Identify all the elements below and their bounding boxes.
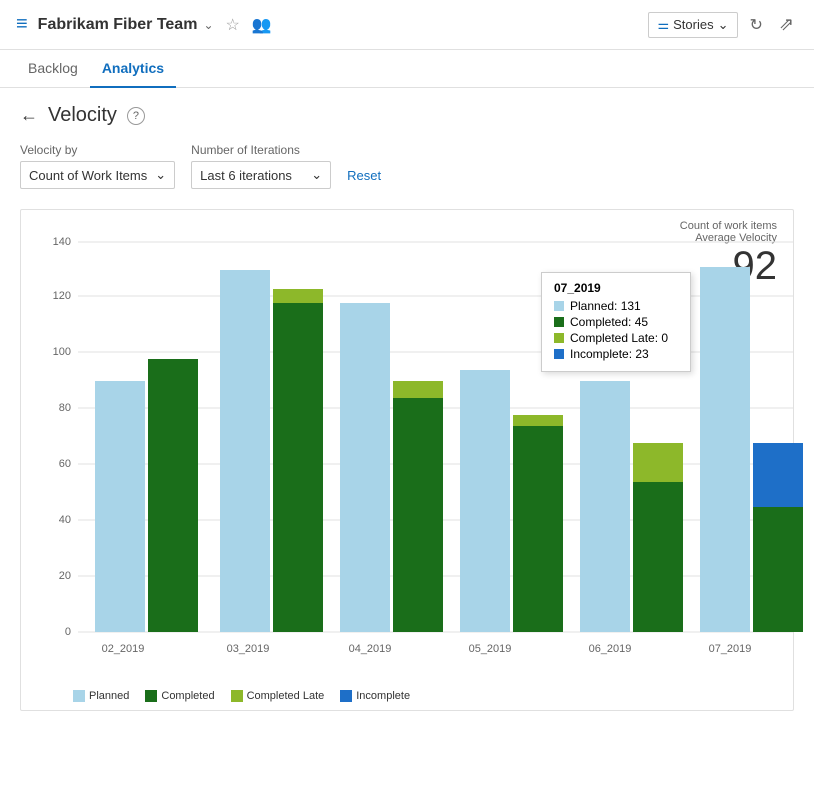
svg-text:07_2019: 07_2019: [709, 643, 752, 655]
bar-04-planned: [340, 303, 390, 632]
legend-planned-icon: [73, 690, 85, 702]
app-header: ≡ Fabrikam Fiber Team ⌄ ☆ 👥 ⚌ Stories ⌄ …: [0, 0, 814, 50]
team-members-icon[interactable]: 👥: [252, 15, 272, 35]
page-header: ← Velocity ?: [20, 104, 794, 127]
header-actions: ⚌ Stories ⌄ ↻ ⇗: [648, 10, 798, 39]
bar-03-completed-late: [273, 289, 323, 303]
chart-area: 0 20 40 60 80 100 120 140 02_2019: [33, 232, 781, 682]
legend-incomplete-label: Incomplete: [356, 690, 410, 702]
bar-06-completed-late: [633, 443, 683, 482]
velocity-chart: Count of work items Average Velocity 92: [20, 209, 794, 711]
tooltip-completed-late-icon: [554, 333, 564, 343]
legend-completed-label: Completed: [161, 690, 214, 702]
iterations-value: Last 6 iterations: [200, 168, 292, 183]
tooltip-completed-value: Completed: 45: [570, 315, 648, 329]
bar-03-completed: [273, 303, 323, 632]
tooltip-completed-late-value: Completed Late: 0: [570, 331, 668, 345]
tooltip-row-completed-late: Completed Late: 0: [554, 331, 678, 345]
svg-text:80: 80: [59, 402, 71, 414]
bar-05-completed: [513, 426, 563, 632]
legend-completed-icon: [145, 690, 157, 702]
favorite-icon[interactable]: ☆: [226, 15, 240, 35]
legend-completed: Completed: [145, 690, 214, 702]
tooltip-planned-value: Planned: 131: [570, 299, 641, 313]
svg-text:140: 140: [53, 236, 71, 248]
team-name: Fabrikam Fiber Team: [38, 16, 198, 34]
bar-07-completed: [753, 507, 803, 632]
bar-04-completed-late: [393, 381, 443, 398]
svg-text:04_2019: 04_2019: [349, 643, 392, 655]
bar-05-planned: [460, 370, 510, 632]
bar-04-completed: [393, 398, 443, 632]
help-icon[interactable]: ?: [127, 107, 145, 125]
tooltip-incomplete-icon: [554, 349, 564, 359]
legend-incomplete-icon: [340, 690, 352, 702]
tooltip-planned-icon: [554, 301, 564, 311]
svg-text:20: 20: [59, 570, 71, 582]
tooltip-row-planned: Planned: 131: [554, 299, 678, 313]
page-title: Velocity: [48, 104, 117, 127]
stories-button[interactable]: ⚌ Stories ⌄: [648, 12, 737, 38]
svg-text:05_2019: 05_2019: [469, 643, 512, 655]
svg-text:0: 0: [65, 626, 71, 638]
bar-05-completed-late: [513, 415, 563, 426]
page-content: ← Velocity ? Velocity by Count of Work I…: [0, 88, 814, 727]
velocity-by-chevron-icon: ⌄: [155, 167, 166, 183]
svg-text:60: 60: [59, 458, 71, 470]
bar-02-completed: [148, 359, 198, 632]
velocity-by-value: Count of Work Items: [29, 168, 147, 183]
iterations-select[interactable]: Last 6 iterations ⌄: [191, 161, 331, 189]
svg-text:100: 100: [53, 346, 71, 358]
back-button[interactable]: ←: [20, 105, 38, 126]
svg-text:06_2019: 06_2019: [589, 643, 632, 655]
svg-text:02_2019: 02_2019: [102, 643, 145, 655]
app-icon: ≡: [16, 13, 28, 36]
stories-chevron-icon: ⌄: [718, 17, 729, 33]
team-chevron-icon[interactable]: ⌄: [203, 18, 213, 32]
tooltip-title: 07_2019: [554, 281, 678, 295]
chart-legend: Planned Completed Completed Late Incompl…: [33, 690, 781, 702]
bar-07-planned: [700, 267, 750, 632]
filters-row: Velocity by Count of Work Items ⌄ Number…: [20, 143, 794, 189]
stories-label: Stories: [673, 17, 713, 32]
tab-analytics[interactable]: Analytics: [90, 50, 176, 88]
iterations-chevron-icon: ⌄: [311, 167, 322, 183]
bar-03-planned: [220, 270, 270, 632]
legend-incomplete: Incomplete: [340, 690, 410, 702]
velocity-by-label: Velocity by: [20, 143, 175, 157]
bar-06-planned: [580, 381, 630, 632]
metric-label1: Count of work items: [680, 220, 777, 232]
refresh-button[interactable]: ↻: [746, 11, 767, 39]
velocity-by-filter: Velocity by Count of Work Items ⌄: [20, 143, 175, 189]
velocity-by-select[interactable]: Count of Work Items ⌄: [20, 161, 175, 189]
legend-planned: Planned: [73, 690, 129, 702]
legend-completed-late-label: Completed Late: [247, 690, 325, 702]
svg-text:120: 120: [53, 290, 71, 302]
tooltip-incomplete-value: Incomplete: 23: [570, 347, 649, 361]
nav-tabs: Backlog Analytics: [0, 50, 814, 88]
bar-07-incomplete: [753, 443, 803, 507]
tooltip-row-incomplete: Incomplete: 23: [554, 347, 678, 361]
tooltip-completed-icon: [554, 317, 564, 327]
bar-02-planned: [95, 381, 145, 632]
tooltip-row-completed: Completed: 45: [554, 315, 678, 329]
svg-text:40: 40: [59, 514, 71, 526]
legend-completed-late: Completed Late: [231, 690, 325, 702]
iterations-filter: Number of Iterations Last 6 iterations ⌄: [191, 143, 331, 189]
tab-backlog[interactable]: Backlog: [16, 50, 90, 88]
iterations-label: Number of Iterations: [191, 143, 331, 157]
reset-button[interactable]: Reset: [347, 168, 381, 183]
stories-icon: ⚌: [657, 17, 669, 33]
legend-completed-late-icon: [231, 690, 243, 702]
expand-button[interactable]: ⇗: [775, 10, 798, 39]
bar-06-completed: [633, 482, 683, 632]
legend-planned-label: Planned: [89, 690, 129, 702]
chart-tooltip: 07_2019 Planned: 131 Completed: 45 Compl…: [541, 272, 691, 372]
svg-text:03_2019: 03_2019: [227, 643, 270, 655]
